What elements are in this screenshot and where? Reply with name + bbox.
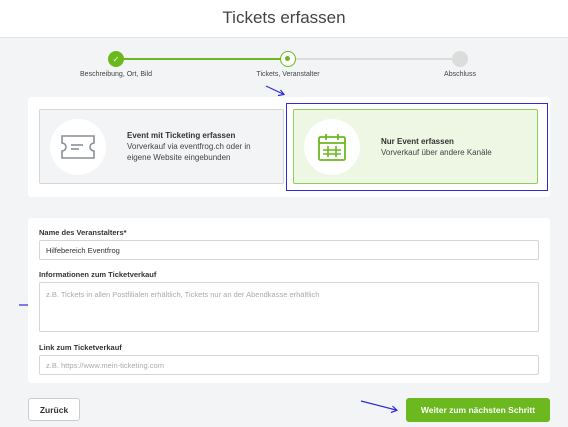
annotation-arrow-icon: [265, 85, 286, 97]
progress-stepper: ✓ Beschreibung, Ort, Bild Tickets, Veran…: [0, 38, 568, 88]
page-header: Tickets erfassen: [0, 0, 568, 38]
step-1-label: Beschreibung, Ort, Bild: [80, 71, 152, 78]
annotation-arrow-icon: [360, 400, 399, 414]
organizer-name-label: Name des Veranstalters*: [39, 228, 127, 237]
option-ticketing-desc-1: Vorverkauf via eventfrog.ch oder in: [127, 142, 251, 151]
step-1-done-dot: ✓: [108, 51, 124, 67]
option-ticketing-title: Event mit Ticketing erfassen: [127, 131, 236, 140]
ticket-info-label: Informationen zum Ticketverkauf: [39, 270, 157, 279]
stepper-line-remaining: [288, 58, 460, 60]
check-icon: ✓: [112, 54, 120, 64]
ticket-link-label: Link zum Ticketverkauf: [39, 343, 122, 352]
organizer-form: Name des Veranstalters* Hilfebereich Eve…: [28, 218, 550, 383]
current-step-marker: [285, 56, 290, 61]
step-3-label: Abschluss: [444, 71, 476, 78]
page-title: Tickets erfassen: [222, 8, 346, 27]
step-2-label: Tickets, Veranstalter: [256, 71, 320, 78]
option-ticketing-text: Event mit Ticketing erfassen Vorverkauf …: [127, 130, 251, 163]
annotation-highlight-option: [286, 103, 548, 191]
organizer-name-input[interactable]: Hilfebereich Eventfrog: [39, 240, 539, 260]
ticket-link-input[interactable]: z.B. https://www.mein-ticketing.com: [39, 355, 539, 375]
next-step-button[interactable]: Weiter zum nächsten Schritt: [406, 398, 550, 422]
back-button[interactable]: Zurück: [28, 398, 80, 421]
step-3-upcoming-dot: [452, 51, 468, 67]
ticket-icon: [50, 119, 106, 175]
ticket-info-textarea[interactable]: z.B. Tickets in allen Postfilialen erhäl…: [39, 282, 539, 332]
option-ticketing-desc-2: eigene Website eingebunden: [127, 153, 231, 162]
option-card-ticketing[interactable]: Event mit Ticketing erfassen Vorverkauf …: [39, 109, 284, 184]
stepper-line-completed: [116, 58, 288, 60]
step-2-current-dot: [280, 51, 296, 67]
